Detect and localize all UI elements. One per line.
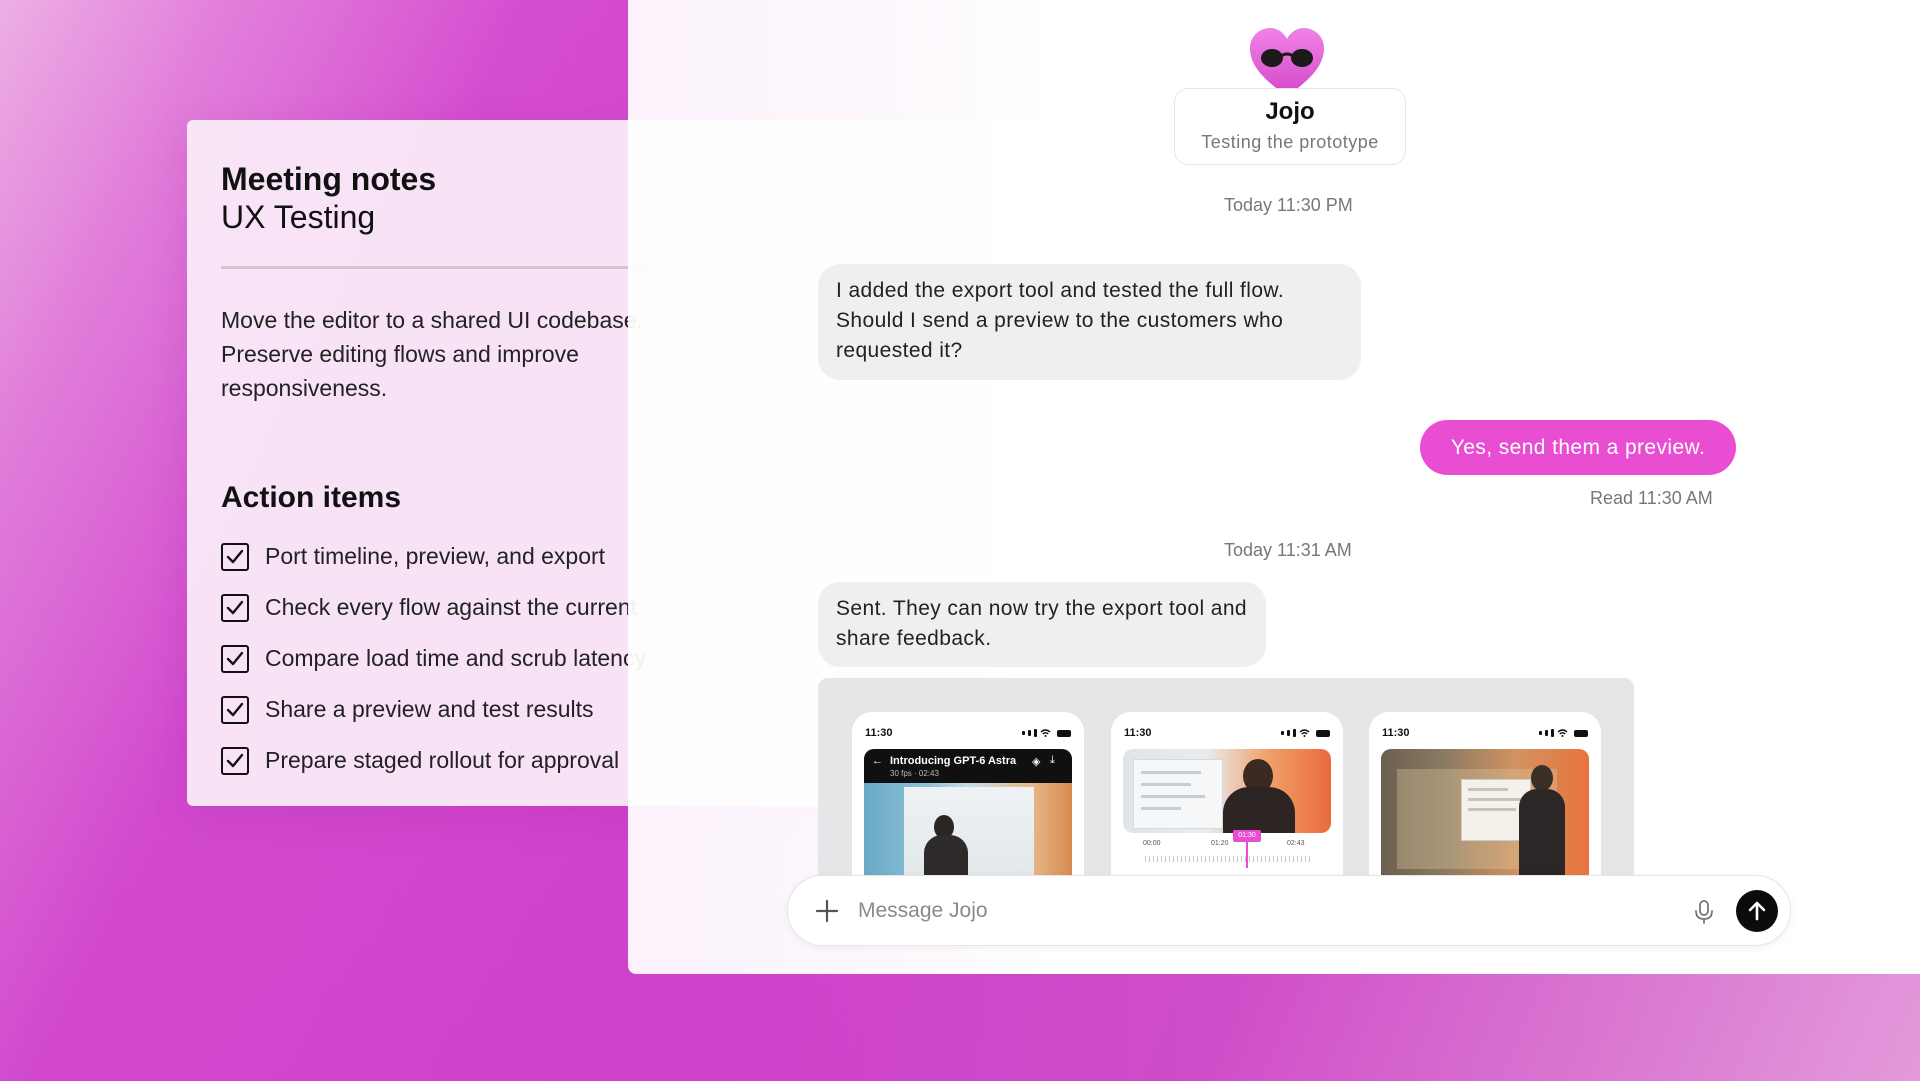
playhead-line <box>1246 842 1248 868</box>
contact-name: Jojo <box>1265 98 1315 125</box>
incoming-message-bubble: I added the export tool and tested the f… <box>818 264 1361 380</box>
message-input[interactable] <box>858 892 1658 930</box>
signal-wifi-battery-icon <box>1539 729 1588 737</box>
signal-wifi-battery-icon <box>1281 729 1330 737</box>
plus-icon[interactable] <box>814 898 840 924</box>
checkmark-icon <box>226 753 244 767</box>
checkbox-checked[interactable] <box>221 593 249 622</box>
action-item-label: Check every flow against the current <box>265 594 638 620</box>
timeline-start-label: 00:00 <box>1143 840 1161 847</box>
presentation-preview-screen <box>1381 749 1589 888</box>
phone-status-bar: 11:30 <box>852 712 1084 742</box>
message-timestamp: Today 11:31 AM <box>1224 540 1352 560</box>
video-title: Introducing GPT-6 Astra <box>890 755 1017 767</box>
preview-attachments[interactable]: 11:30 ← Introducing GPT-6 Astra 30 fps ·… <box>818 678 1634 888</box>
phone-preview-thumbnail[interactable]: 11:30 01:30 00:00 01:20 02:43 <box>1111 712 1343 888</box>
status-time: 11:30 <box>1382 727 1410 739</box>
outgoing-message-bubble: Yes, send them a preview. <box>1420 420 1736 475</box>
checkmark-icon <box>226 600 244 614</box>
video-meta: 30 fps · 02:43 <box>890 769 939 778</box>
timeline-end-label: 02:43 <box>1287 840 1305 847</box>
action-item-label: Share a preview and test results <box>265 696 594 722</box>
action-item-label: Port timeline, preview, and export <box>265 543 606 569</box>
action-item-label: Compare load time and scrub latency <box>265 645 646 671</box>
message-composer <box>787 875 1791 946</box>
notes-divider <box>221 266 661 269</box>
checkbox-checked[interactable] <box>221 746 249 775</box>
playhead-marker[interactable]: 01:30 <box>1233 830 1261 842</box>
phone-preview-thumbnail[interactable]: 11:30 <box>1369 712 1601 888</box>
back-arrow-icon: ← <box>872 755 883 767</box>
microphone-icon[interactable] <box>1692 899 1716 925</box>
chat-panel: Jojo Testing the prototype Today 11:30 P… <box>628 0 1920 974</box>
phone-status-bar: 11:30 <box>1111 712 1343 742</box>
arrow-up-icon <box>1748 901 1766 921</box>
incoming-message-bubble: Sent. They can now try the export tool a… <box>818 582 1266 667</box>
read-receipt: Read 11:30 AM <box>1590 488 1713 508</box>
checkmark-icon <box>226 702 244 716</box>
status-time: 11:30 <box>865 727 893 739</box>
layers-icon: ◈ <box>1032 756 1041 768</box>
message-timestamp: Today 11:30 PM <box>1224 195 1353 215</box>
checkmark-icon <box>226 651 244 665</box>
timeline-track <box>1145 856 1311 862</box>
checkbox-checked[interactable] <box>221 644 249 673</box>
notes-body: Move the editor to a shared UI codebase.… <box>221 307 643 401</box>
checkbox-checked[interactable] <box>221 695 249 724</box>
editor-preview-screen <box>1123 749 1331 833</box>
video-top-bar: ← Introducing GPT-6 Astra 30 fps · 02:43… <box>864 749 1072 783</box>
phone-status-bar: 11:30 <box>1369 712 1601 742</box>
scrub-timeline[interactable]: 01:30 00:00 01:20 02:43 <box>1123 830 1331 870</box>
action-item-label: Prepare staged rollout for approval <box>265 747 620 773</box>
video-preview-screen: ← Introducing GPT-6 Astra 30 fps · 02:43… <box>864 749 1072 888</box>
send-button[interactable] <box>1736 890 1778 932</box>
checkmark-icon <box>226 549 244 563</box>
checkbox-checked[interactable] <box>221 542 249 571</box>
download-icon: ⤓ <box>1050 754 1055 766</box>
contact-card[interactable]: Jojo Testing the prototype <box>1174 88 1406 165</box>
signal-wifi-battery-icon <box>1022 729 1071 737</box>
phone-preview-thumbnail[interactable]: 11:30 ← Introducing GPT-6 Astra 30 fps ·… <box>852 712 1084 888</box>
timeline-mid-label: 01:20 <box>1211 840 1229 847</box>
status-time: 11:30 <box>1124 727 1152 739</box>
contact-status: Testing the prototype <box>1201 132 1379 152</box>
